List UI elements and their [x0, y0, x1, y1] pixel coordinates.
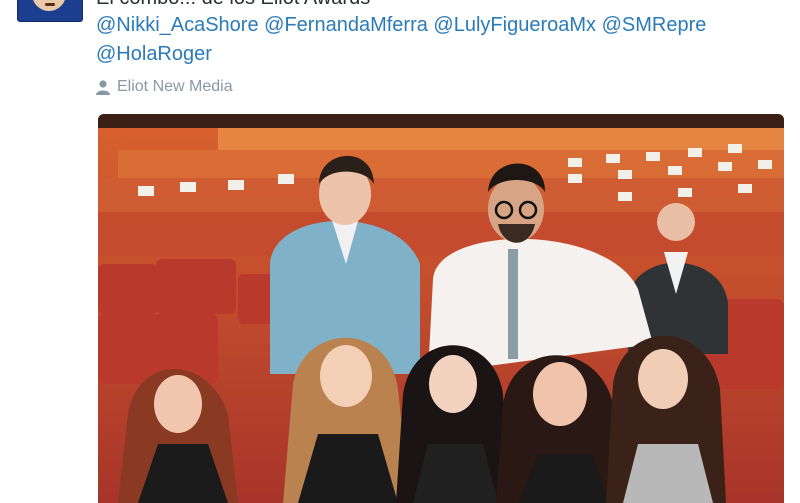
byline-name: Eliot New Media: [117, 78, 233, 95]
avatar-mouth: [45, 3, 55, 6]
mention-link[interactable]: @Nikki_AcaShore: [96, 14, 259, 36]
user-avatar[interactable]: [17, 0, 83, 22]
tweet-photo[interactable]: [98, 114, 784, 503]
photo-illustration: [98, 114, 784, 503]
byline[interactable]: Eliot New Media: [96, 78, 233, 96]
mention-link[interactable]: @SMRepre: [602, 14, 707, 36]
mention-link[interactable]: @LulyFigueroaMx: [433, 14, 596, 36]
mention-link[interactable]: @FernandaMferra: [264, 14, 428, 36]
mention-link[interactable]: @HolaRoger: [96, 43, 212, 65]
tweet-mentions: @Nikki_AcaShore @FernandaMferra @LulyFig…: [96, 11, 766, 69]
tweet-title: El combo!!! de los Eliot Awards: [96, 0, 370, 10]
person-icon: [96, 79, 110, 95]
